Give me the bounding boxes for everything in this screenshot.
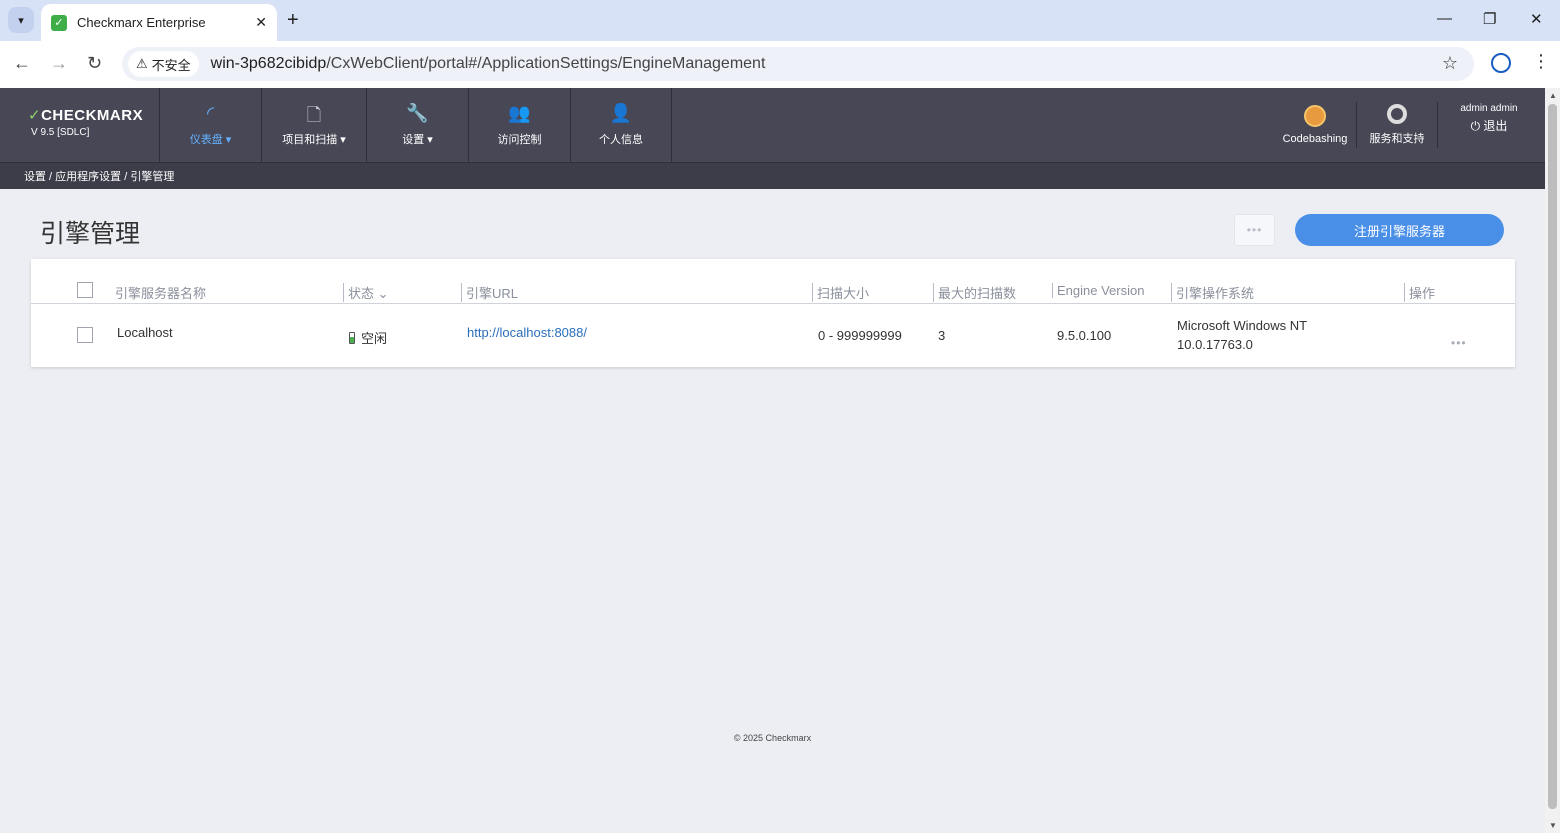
scroll-down-icon[interactable]: ▼ <box>1549 821 1557 830</box>
lifebuoy-icon <box>1387 104 1407 124</box>
footer-copyright: © 2025 Checkmarx <box>733 733 812 743</box>
divider <box>1437 102 1438 148</box>
menu-dashboard[interactable]: ◜ 仪表盘 ▾ <box>159 88 261 162</box>
logout-button[interactable]: ⏻ 退出 <box>1471 117 1508 134</box>
column-header-url[interactable]: 引擎URL <box>461 283 518 302</box>
tab-close-icon[interactable]: ✕ <box>255 14 267 31</box>
select-all-checkbox[interactable] <box>77 282 93 298</box>
max-scans: 3 <box>938 328 946 343</box>
column-header-engine-version[interactable]: Engine Version <box>1052 283 1144 298</box>
url-text[interactable]: win-3p682cibidp/CxWebClient/portal#/Appl… <box>211 55 766 73</box>
divider <box>1356 102 1357 148</box>
profile-icon[interactable] <box>1491 53 1511 73</box>
url-path: /CxWebClient/portal#/ApplicationSettings… <box>326 55 766 72</box>
minimize-icon[interactable]: — <box>1437 10 1452 27</box>
browser-tab[interactable]: ✓ Checkmarx Enterprise ✕ <box>41 4 277 41</box>
register-engine-button[interactable]: 注册引擎服务器 <box>1295 214 1504 246</box>
column-header-status[interactable]: 状态 ⌄ <box>343 283 389 302</box>
owl-icon <box>1304 105 1326 127</box>
engine-url-link[interactable]: http://localhost:8088/ <box>467 325 587 340</box>
sort-chevron-icon[interactable]: ⌄ <box>378 286 389 301</box>
column-header-name[interactable]: 引擎服务器名称 <box>115 283 206 302</box>
logout-label: 退出 <box>1483 119 1508 133</box>
engine-os-line1: Microsoft Windows NT <box>1177 318 1308 333</box>
browser-toolbar: ← → ↻ ⚠ 不安全 win-3p682cibidp/CxWebClient/… <box>0 41 1560 88</box>
gauge-icon: ◜ <box>207 103 214 123</box>
address-bar[interactable]: ⚠ 不安全 win-3p682cibidp/CxWebClient/portal… <box>122 47 1474 81</box>
scroll-up-icon[interactable]: ▲ <box>1549 91 1557 100</box>
scrollbar-thumb[interactable] <box>1548 104 1557 809</box>
tab-title: Checkmarx Enterprise <box>77 15 206 30</box>
brand-name: CHECKMARX <box>41 107 144 124</box>
engine-version: 9.5.0.100 <box>1057 328 1112 343</box>
breadcrumb: 设置 / 应用程序设置 / 引擎管理 <box>24 171 175 183</box>
engine-status-label: 空闲 <box>361 331 388 346</box>
restore-icon[interactable]: ❐ <box>1483 10 1496 28</box>
reload-icon[interactable]: ↻ <box>87 53 102 74</box>
browser-menu-icon[interactable]: ⋮ <box>1532 51 1550 72</box>
window-close-icon[interactable]: ✕ <box>1530 10 1543 28</box>
security-label: 不安全 <box>151 57 191 73</box>
page-scrollbar[interactable]: ▲ ▼ <box>1545 88 1560 833</box>
more-actions-button[interactable]: ••• <box>1234 214 1275 246</box>
engine-table: 引擎服务器名称 状态 ⌄ 引擎URL 扫描大小 最大的扫描数 Engine Ve… <box>31 259 1515 367</box>
column-header-max-scans[interactable]: 最大的扫描数 <box>933 283 1016 302</box>
users-lock-icon: 👥 <box>508 103 531 123</box>
menu-projects-label: 项目和扫描 <box>282 134 338 146</box>
page-title: 引擎管理 <box>40 220 141 248</box>
menu-access-label: 访问控制 <box>497 134 542 146</box>
column-header-scan-size[interactable]: 扫描大小 <box>812 283 869 302</box>
menu-settings-label: 设置 <box>402 134 425 146</box>
support-label: 服务和支持 <box>1369 133 1425 145</box>
tab-search-button[interactable]: ▾ <box>8 7 34 33</box>
breadcrumb-bar: 设置 / 应用程序设置 / 引擎管理 <box>0 162 1545 189</box>
menu-settings[interactable]: 🔧 设置 ▾ <box>366 88 468 162</box>
app-header: ✓CHECKMARX V 9.5 [SDLC] ◜ 仪表盘 ▾ 🗋 项目和扫描 … <box>0 88 1545 162</box>
new-tab-icon[interactable]: + <box>287 9 299 32</box>
engine-os-line2: 10.0.17763.0 <box>1177 337 1253 352</box>
codebashing-label: Codebashing <box>1282 133 1348 145</box>
back-icon[interactable]: ← <box>13 53 31 74</box>
column-header-status-label: 状态 <box>348 286 375 301</box>
forward-icon[interactable]: → <box>50 53 68 74</box>
user-menu: admin admin ⏻ 退出 <box>1446 88 1532 162</box>
support-link[interactable]: 服务和支持 <box>1362 88 1432 162</box>
engine-name: Localhost <box>117 325 173 340</box>
row-checkbox[interactable] <box>77 327 93 343</box>
menu-personal-info[interactable]: 👤 个人信息 <box>570 88 672 162</box>
security-indicator[interactable]: ⚠ 不安全 <box>128 51 199 77</box>
battery-status-icon <box>349 332 355 344</box>
checkmarx-logo[interactable]: ✓CHECKMARX V 9.5 [SDLC] <box>28 106 143 138</box>
checkmarx-favicon-icon: ✓ <box>51 14 67 31</box>
menu-dashboard-label: 仪表盘 <box>189 134 223 146</box>
user-name: admin admin <box>1460 103 1518 114</box>
menu-access-control[interactable]: 👥 访问控制 <box>468 88 570 162</box>
scan-size: 0 - 999999999 <box>818 328 902 343</box>
url-host: win-3p682cibidp <box>210 55 327 72</box>
bookmark-star-icon[interactable]: ☆ <box>1442 53 1458 74</box>
warning-icon: ⚠ <box>136 56 148 71</box>
column-header-actions: 操作 <box>1404 283 1435 302</box>
wrench-icon: 🔧 <box>406 103 429 123</box>
version-label: V 9.5 [SDLC] <box>31 127 90 138</box>
browser-tab-strip: ▾ ✓ Checkmarx Enterprise ✕ + — ❐ ✕ <box>0 0 1560 41</box>
row-actions-button[interactable]: ••• <box>1451 336 1467 350</box>
document-search-icon: 🗋 <box>306 105 322 125</box>
user-settings-icon: 👤 <box>609 103 633 123</box>
column-header-os[interactable]: 引擎操作系统 <box>1171 283 1254 302</box>
engine-status: 空闲 <box>349 328 387 347</box>
menu-projects-scans[interactable]: 🗋 项目和扫描 ▾ <box>261 88 366 162</box>
menu-personal-label: 个人信息 <box>599 134 643 146</box>
codebashing-link[interactable]: Codebashing <box>1282 88 1348 162</box>
table-header: 引擎服务器名称 状态 ⌄ 引擎URL 扫描大小 最大的扫描数 Engine Ve… <box>31 276 1515 304</box>
